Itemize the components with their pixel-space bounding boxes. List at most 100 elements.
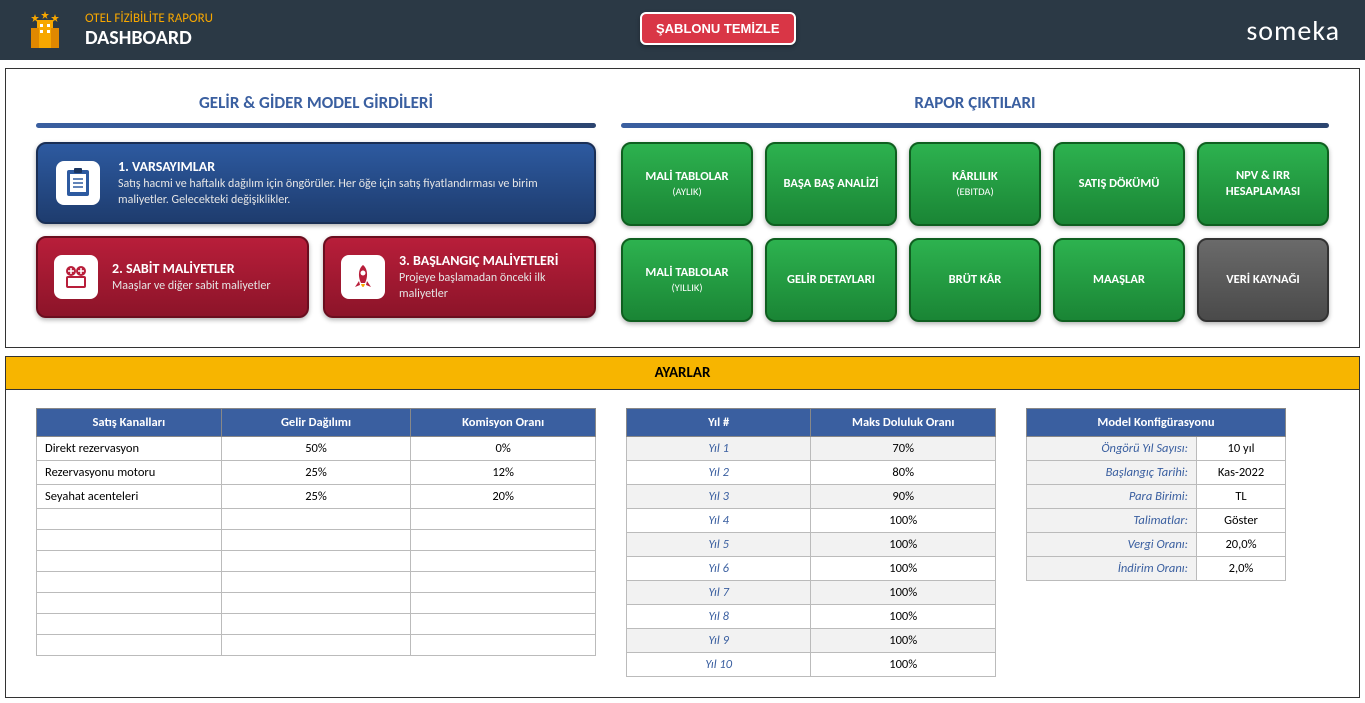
card-title: 3. BAŞLANGIÇ MALİYETLERİ — [399, 252, 578, 269]
report-button[interactable]: GELİR DETAYLARI — [765, 238, 897, 322]
cell[interactable] — [411, 635, 596, 656]
cell[interactable] — [221, 593, 411, 614]
cell[interactable]: 80% — [811, 461, 996, 485]
cell[interactable] — [221, 635, 411, 656]
config-label: Öngörü Yıl Sayısı: — [1027, 437, 1197, 461]
cell[interactable] — [221, 614, 411, 635]
occupancy-table: Yıl #Maks Doluluk Oranı Yıl 170%Yıl 280%… — [626, 408, 996, 677]
table-row: Yıl 10100% — [627, 653, 996, 677]
settings-title: AYARLAR — [5, 356, 1360, 390]
startup-costs-card[interactable]: 3. BAŞLANGIÇ MALİYETLERİ Projeye başlama… — [323, 236, 596, 318]
report-label: MALİ TABLOLAR — [645, 169, 728, 185]
config-value[interactable]: 20,0% — [1197, 533, 1286, 557]
cell[interactable] — [411, 614, 596, 635]
cell[interactable]: 100% — [811, 533, 996, 557]
cell[interactable] — [221, 551, 411, 572]
report-button[interactable]: MALİ TABLOLAR(YILLIK) — [621, 238, 753, 322]
header-text: OTEL FİZİBİLİTE RAPORU DASHBOARD — [85, 11, 213, 50]
card-title: 2. SABİT MALİYETLER — [112, 260, 271, 277]
report-label: MALİ TABLOLAR — [645, 265, 728, 281]
cell[interactable]: 70% — [811, 437, 996, 461]
config-value[interactable]: Göster — [1197, 509, 1286, 533]
cell[interactable]: Direkt rezervasyon — [37, 437, 222, 461]
cell[interactable] — [411, 593, 596, 614]
cell[interactable]: 12% — [411, 461, 596, 485]
config-label: İndirim Oranı: — [1027, 557, 1197, 581]
cell[interactable] — [411, 509, 596, 530]
fixed-costs-card[interactable]: 2. SABİT MALİYETLER Maaşlar ve diğer sab… — [36, 236, 309, 318]
cell[interactable]: 25% — [221, 461, 411, 485]
report-button[interactable]: BAŞA BAŞ ANALİZİ — [765, 142, 897, 226]
cell[interactable]: 100% — [811, 581, 996, 605]
table-row — [37, 509, 596, 530]
cell[interactable]: 0% — [411, 437, 596, 461]
clear-template-button[interactable]: ŞABLONU TEMİZLE — [640, 12, 796, 45]
cell[interactable]: 100% — [811, 605, 996, 629]
cell[interactable]: 100% — [811, 629, 996, 653]
report-label: SATIŞ DÖKÜMÜ — [1079, 176, 1160, 192]
cell[interactable] — [411, 572, 596, 593]
cell[interactable]: 25% — [221, 485, 411, 509]
cell[interactable] — [37, 551, 222, 572]
config-label: Vergi Oranı: — [1027, 533, 1197, 557]
table-header: Gelir Dağılımı — [221, 409, 411, 437]
report-button[interactable]: NPV & IRR HESAPLAMASI — [1197, 142, 1329, 226]
table-header: Yıl # — [627, 409, 811, 437]
config-table: Model Konfigürasyonu Öngörü Yıl Sayısı:1… — [1026, 408, 1286, 581]
table-row: Yıl 8100% — [627, 605, 996, 629]
header-subtitle: OTEL FİZİBİLİTE RAPORU — [85, 11, 213, 26]
config-value[interactable]: TL — [1197, 485, 1286, 509]
report-button[interactable]: MAAŞLAR — [1053, 238, 1185, 322]
table-header: Maks Doluluk Oranı — [811, 409, 996, 437]
cell[interactable]: 90% — [811, 485, 996, 509]
rocket-icon — [341, 255, 385, 299]
config-value[interactable]: Kas-2022 — [1197, 461, 1286, 485]
cell[interactable] — [37, 614, 222, 635]
table-row: Yıl 390% — [627, 485, 996, 509]
table-row — [37, 593, 596, 614]
report-button[interactable]: KÂRLILIK(EBITDA) — [909, 142, 1041, 226]
assumptions-card[interactable]: 1. VARSAYIMLAR Satış hacmi ve haftalık d… — [36, 142, 596, 224]
costs-icon — [54, 255, 98, 299]
cell[interactable]: 20% — [411, 485, 596, 509]
cell[interactable]: 50% — [221, 437, 411, 461]
cell[interactable]: Seyahat acenteleri — [37, 485, 222, 509]
report-button[interactable]: SATIŞ DÖKÜMÜ — [1053, 142, 1185, 226]
config-value[interactable]: 10 yıl — [1197, 437, 1286, 461]
cell: Yıl 3 — [627, 485, 811, 509]
card-title: 1. VARSAYIMLAR — [118, 158, 576, 175]
config-label: Talimatlar: — [1027, 509, 1197, 533]
cell[interactable]: 100% — [811, 653, 996, 677]
divider — [621, 123, 1329, 128]
config-header: Model Konfigürasyonu — [1027, 409, 1286, 437]
report-button[interactable]: BRÜT KÂR — [909, 238, 1041, 322]
report-label: NPV & IRR HESAPLAMASI — [1207, 168, 1319, 201]
report-button[interactable]: MALİ TABLOLAR(AYLIK) — [621, 142, 753, 226]
table-row: Yıl 6100% — [627, 557, 996, 581]
table-row: Yıl 9100% — [627, 629, 996, 653]
cell[interactable]: 100% — [811, 509, 996, 533]
config-label: Başlangıç Tarihi: — [1027, 461, 1197, 485]
cell[interactable] — [411, 551, 596, 572]
table-row — [37, 572, 596, 593]
cell[interactable] — [37, 635, 222, 656]
table-row: Yıl 280% — [627, 461, 996, 485]
config-value[interactable]: 2,0% — [1197, 557, 1286, 581]
report-button[interactable]: VERİ KAYNAĞI — [1197, 238, 1329, 322]
cell[interactable] — [411, 530, 596, 551]
card-desc: Projeye başlamadan önceki ilk maliyetler — [399, 271, 578, 302]
cell[interactable] — [37, 509, 222, 530]
cell[interactable] — [221, 572, 411, 593]
table-row: Para Birimi:TL — [1027, 485, 1286, 509]
cell[interactable] — [37, 530, 222, 551]
table-row: Yıl 4100% — [627, 509, 996, 533]
cell[interactable]: 100% — [811, 557, 996, 581]
cell[interactable]: Rezervasyonu motoru — [37, 461, 222, 485]
cell[interactable] — [221, 509, 411, 530]
table-row: Yıl 7100% — [627, 581, 996, 605]
cell[interactable] — [221, 530, 411, 551]
table-row: Başlangıç Tarihi:Kas-2022 — [1027, 461, 1286, 485]
report-label: VERİ KAYNAĞI — [1226, 272, 1300, 288]
cell[interactable] — [37, 572, 222, 593]
cell[interactable] — [37, 593, 222, 614]
